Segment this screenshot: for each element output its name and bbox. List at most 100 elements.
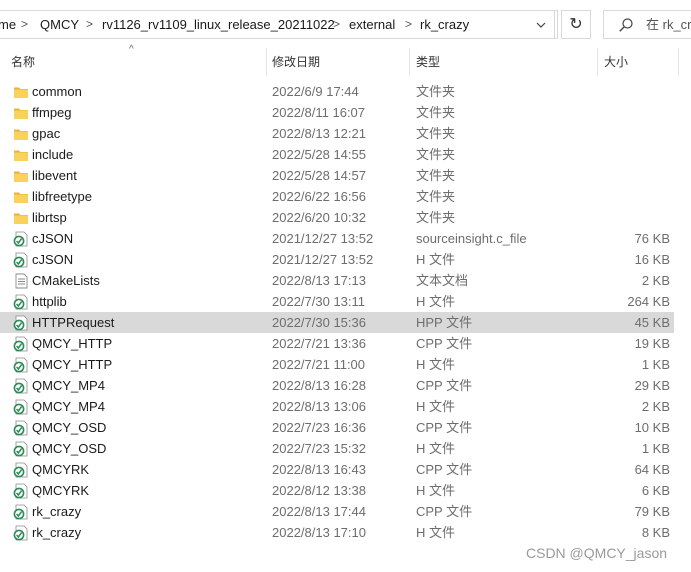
file-name: QMCYRK	[32, 462, 90, 477]
file-type: H 文件	[416, 483, 456, 498]
file-name: libfreetype	[32, 189, 92, 204]
file-row[interactable]: librtsp 2022/6/20 10:32 文件夹	[0, 207, 674, 228]
file-modified-date: 2022/7/21 11:00	[272, 357, 366, 372]
folder-icon	[13, 105, 29, 121]
file-row[interactable]: QMCYRK 2022/8/12 13:38 H 文件 6 KB	[0, 480, 674, 501]
breadcrumb-chevron-icon[interactable]: >	[86, 11, 93, 38]
file-modified-date: 2022/5/28 14:57	[272, 168, 366, 183]
breadcrumb-chevron-icon[interactable]: >	[333, 11, 340, 38]
file-row[interactable]: ffmpeg 2022/8/11 16:07 文件夹	[0, 102, 674, 123]
file-size: 64 KB	[634, 462, 670, 477]
breadcrumb-release[interactable]: rv1126_rv1109_linux_release_20211022	[102, 11, 335, 38]
file-row[interactable]: rk_crazy 2022/8/13 17:44 CPP 文件 79 KB	[0, 501, 674, 522]
breadcrumb-qmcy[interactable]: QMCY	[40, 11, 79, 38]
file-row[interactable]: QMCY_MP4 2022/8/13 13:06 H 文件 2 KB	[0, 396, 674, 417]
file-name: gpac	[32, 126, 61, 141]
file-row[interactable]: gpac 2022/8/13 12:21 文件夹	[0, 123, 674, 144]
file-modified-date: 2022/8/13 12:21	[272, 126, 366, 141]
file-row[interactable]: libevent 2022/5/28 14:57 文件夹	[0, 165, 674, 186]
file-name: QMCY_OSD	[32, 441, 107, 456]
file-type: 文件夹	[416, 105, 456, 120]
file-row[interactable]: QMCYRK 2022/8/13 16:43 CPP 文件 64 KB	[0, 459, 674, 480]
file-modified-date: 2022/7/23 16:36	[272, 420, 366, 435]
search-field[interactable]: 在 rk_crazy	[603, 10, 691, 39]
file-size: 76 KB	[634, 231, 670, 246]
file-size: 1 KB	[641, 357, 670, 372]
breadcrumb-me[interactable]: me	[0, 11, 16, 38]
file-modified-date: 2022/5/28 14:55	[272, 147, 366, 162]
column-header-size[interactable]: 大小	[604, 48, 628, 76]
source-file-icon	[13, 483, 29, 499]
file-modified-date: 2021/12/27 13:52	[272, 231, 374, 246]
file-name: libevent	[32, 168, 77, 183]
address-dropdown-button[interactable]	[525, 10, 558, 39]
file-row[interactable]: libfreetype 2022/6/22 16:56 文件夹	[0, 186, 674, 207]
source-file-icon	[13, 294, 29, 310]
file-type: 文件夹	[416, 168, 456, 183]
column-divider[interactable]	[266, 48, 267, 76]
source-file-icon	[13, 399, 29, 415]
file-type: CPP 文件	[416, 504, 473, 519]
source-file-icon	[13, 420, 29, 436]
file-row[interactable]: QMCY_OSD 2022/7/23 16:36 CPP 文件 10 KB	[0, 417, 674, 438]
file-modified-date: 2022/6/22 16:56	[272, 189, 366, 204]
file-row[interactable]: include 2022/5/28 14:55 文件夹	[0, 144, 674, 165]
file-type: H 文件	[416, 441, 456, 456]
source-file-icon	[13, 441, 29, 457]
file-type: 文件夹	[416, 147, 456, 162]
column-divider[interactable]	[597, 48, 598, 76]
column-header-type[interactable]: 类型	[416, 48, 440, 76]
source-file-icon	[13, 462, 29, 478]
address-bar[interactable]: me > QMCY > rv1126_rv1109_linux_release_…	[0, 10, 555, 39]
source-file-icon	[13, 231, 29, 247]
file-row[interactable]: cJSON 2021/12/27 13:52 sourceinsight.c_fil…	[0, 228, 674, 249]
watermark: CSDN @QMCY_jason	[526, 545, 668, 561]
column-divider[interactable]	[409, 48, 410, 76]
refresh-icon: ↻	[569, 16, 583, 33]
file-row[interactable]: rk_crazy 2022/8/13 17:10 H 文件 8 KB	[0, 522, 674, 543]
file-row[interactable]: QMCY_HTTP 2022/7/21 11:00 H 文件 1 KB	[0, 354, 674, 375]
file-type: sourceinsight.c_file	[416, 231, 527, 246]
file-row[interactable]: common 2022/6/9 17:44 文件夹	[0, 81, 674, 102]
address-bar-row: me > QMCY > rv1126_rv1109_linux_release_…	[0, 0, 691, 48]
file-row[interactable]: QMCY_OSD 2022/7/23 15:32 H 文件 1 KB	[0, 438, 674, 459]
file-row[interactable]: CMakeLists 2022/8/13 17:13 文本文档 2 KB	[0, 270, 674, 291]
file-type: CPP 文件	[416, 420, 473, 435]
breadcrumb-rk-crazy[interactable]: rk_crazy	[420, 11, 469, 38]
text-file-icon	[13, 273, 29, 289]
column-header-date[interactable]: 修改日期	[272, 48, 320, 76]
file-row[interactable]: cJSON 2021/12/27 13:52 H 文件 16 KB	[0, 249, 674, 270]
file-name: rk_crazy	[32, 504, 82, 519]
file-type: H 文件	[416, 252, 456, 267]
search-icon	[619, 18, 633, 32]
file-name: httplib	[32, 294, 67, 309]
file-modified-date: 2022/8/13 13:06	[272, 399, 366, 414]
source-file-icon	[13, 336, 29, 352]
chevron-down-icon	[536, 22, 546, 28]
refresh-button[interactable]: ↻	[561, 10, 591, 39]
source-file-icon	[13, 525, 29, 541]
breadcrumb-chevron-icon[interactable]: >	[21, 11, 28, 38]
file-row[interactable]: httplib 2022/7/30 13:11 H 文件 264 KB	[0, 291, 674, 312]
source-file-icon	[13, 504, 29, 520]
folder-icon	[13, 168, 29, 184]
breadcrumb-chevron-icon[interactable]: >	[405, 11, 412, 38]
column-header-name[interactable]: 名称	[11, 48, 35, 76]
folder-icon	[13, 126, 29, 142]
file-size: 264 KB	[627, 294, 670, 309]
file-name: rk_crazy	[32, 525, 82, 540]
column-divider[interactable]	[678, 48, 679, 76]
file-type: 文本文档	[416, 273, 469, 288]
file-row[interactable]: QMCY_MP4 2022/8/13 16:28 CPP 文件 29 KB	[0, 375, 674, 396]
file-modified-date: 2022/6/20 10:32	[272, 210, 366, 225]
file-type: CPP 文件	[416, 336, 473, 351]
breadcrumb-external[interactable]: external	[349, 11, 395, 38]
file-row[interactable]: HTTPRequest 2022/7/30 15:36 HPP 文件 45 KB	[0, 312, 674, 333]
file-modified-date: 2022/8/13 16:43	[272, 462, 366, 477]
file-name: include	[32, 147, 74, 162]
file-size: 79 KB	[634, 504, 670, 519]
file-size: 16 KB	[634, 252, 670, 267]
file-size: 2 KB	[641, 273, 670, 288]
file-row[interactable]: QMCY_HTTP 2022/7/21 13:36 CPP 文件 19 KB	[0, 333, 674, 354]
file-size: 45 KB	[634, 315, 670, 330]
